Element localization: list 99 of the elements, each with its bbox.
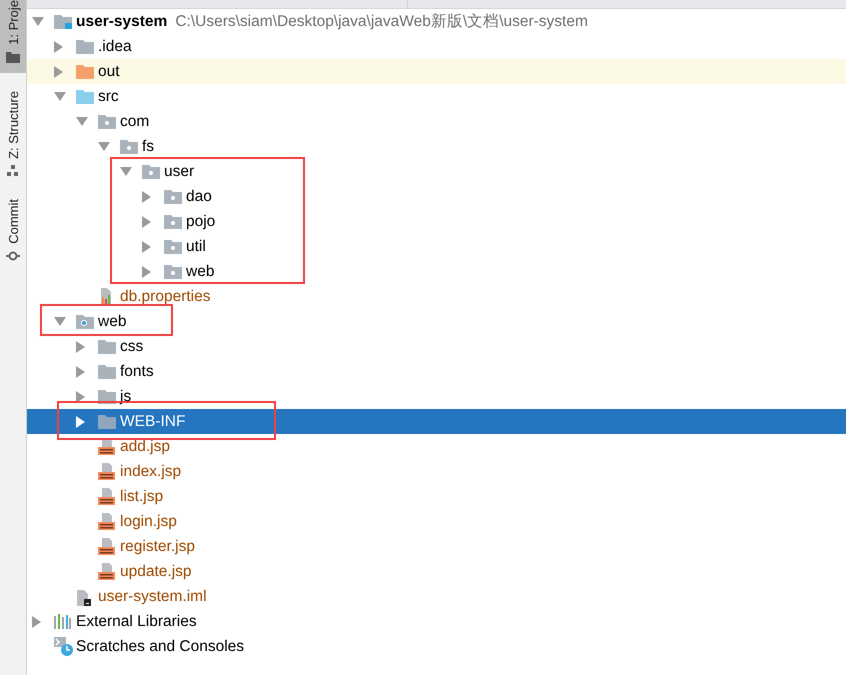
collapse-arrow-icon[interactable] (54, 92, 66, 102)
collapse-arrow-icon[interactable] (32, 16, 44, 26)
folder-icon (120, 139, 138, 154)
tree-row[interactable]: External Libraries (27, 609, 846, 634)
folder-icon (76, 39, 94, 54)
tree-row[interactable]: pojo (27, 209, 846, 234)
node-name: add.jsp (120, 438, 170, 456)
node-name: util (186, 238, 206, 256)
node-name: update.jsp (120, 562, 192, 580)
folder-icon (98, 414, 116, 429)
properties-file-icon (98, 288, 114, 305)
commit-icon (6, 250, 20, 262)
expand-arrow-icon[interactable] (142, 266, 152, 278)
folder-icon (164, 214, 182, 229)
node-name: out (98, 62, 120, 80)
tree-row[interactable]: out (27, 59, 846, 84)
tree-row[interactable]: index.jsp (27, 459, 846, 484)
tree-row[interactable]: WEB-INF (27, 409, 846, 434)
expand-arrow-icon[interactable] (142, 216, 152, 228)
module-file-icon (76, 588, 92, 606)
tree-row[interactable]: update.jsp (27, 559, 846, 584)
tree-row[interactable]: user-system.iml (27, 584, 846, 609)
node-name: user-system (76, 12, 168, 30)
folder-icon (142, 164, 160, 179)
node-name: com (120, 112, 150, 130)
node-name: WEB-INF (120, 412, 186, 430)
tree-row[interactable]: db.properties (27, 284, 846, 309)
jsp-file-icon (98, 512, 116, 530)
node-name: db.properties (120, 288, 210, 306)
collapse-arrow-icon[interactable] (54, 316, 66, 326)
node-name: list.jsp (120, 488, 164, 506)
node-name: web (186, 262, 214, 280)
jsp-file-icon (98, 438, 116, 456)
tool-window-tab[interactable]: Commit (0, 198, 26, 272)
structure-icon (7, 164, 19, 177)
folder-icon (164, 264, 182, 279)
node-name: .idea (98, 38, 132, 56)
expand-arrow-icon[interactable] (54, 40, 64, 52)
folder-icon (98, 364, 116, 379)
tree-row[interactable]: src (27, 84, 846, 109)
scratches-icon (54, 637, 73, 656)
folder-icon (164, 239, 182, 254)
tool-window-tab[interactable]: 1: Proje (0, 0, 26, 73)
node-name: index.jsp (120, 462, 182, 480)
node-name: dao (186, 188, 212, 206)
expand-arrow-icon[interactable] (76, 416, 86, 428)
tool-window-tab[interactable]: Z: Structure (0, 86, 26, 187)
folder-icon (76, 64, 94, 79)
folder-icon (98, 339, 116, 354)
node-name: pojo (186, 212, 216, 230)
node-name: login.jsp (120, 512, 177, 530)
jsp-file-icon (98, 462, 116, 480)
tree-row[interactable]: login.jsp (27, 509, 846, 534)
node-name: register.jsp (120, 538, 195, 556)
node-name: css (120, 338, 144, 356)
folder-icon (76, 89, 94, 104)
node-name: fs (142, 138, 154, 156)
tree-row[interactable]: add.jsp (27, 434, 846, 459)
expand-arrow-icon[interactable] (142, 240, 152, 252)
jsp-file-icon (98, 538, 116, 556)
jsp-file-icon (98, 488, 116, 506)
collapse-arrow-icon[interactable] (120, 166, 132, 176)
expand-arrow-icon[interactable] (32, 616, 42, 628)
tree-row[interactable]: user (27, 159, 846, 184)
tree-row[interactable]: Scratches and Consoles (27, 634, 846, 659)
tree-row[interactable]: .idea (27, 34, 846, 59)
collapse-arrow-icon[interactable] (76, 116, 88, 126)
jsp-file-icon (98, 562, 116, 580)
folder-icon (76, 314, 94, 329)
tree-row[interactable]: dao (27, 184, 846, 209)
collapse-arrow-icon[interactable] (98, 142, 110, 152)
folder-icon (6, 50, 20, 63)
tree-row[interactable]: register.jsp (27, 534, 846, 559)
project-path: C:\Users\siam\Desktop\java\javaWeb新版\文档\user-system (175, 12, 588, 32)
node-name: External Libraries (76, 612, 197, 630)
tree-row[interactable]: util (27, 234, 846, 259)
expand-arrow-icon[interactable] (76, 390, 86, 402)
tree-row[interactable]: user-system C:\Users\siam\Desktop\java\javaWeb新版\文档\user-system (27, 9, 846, 34)
node-name: fonts (120, 362, 154, 380)
tree-row[interactable]: web (27, 309, 846, 334)
node-name: user (164, 162, 194, 180)
folder-icon (54, 14, 72, 29)
tree-row[interactable]: fs (27, 134, 846, 159)
folder-icon (164, 189, 182, 204)
tree-row[interactable]: web (27, 259, 846, 284)
tree-row[interactable]: list.jsp (27, 484, 846, 509)
folder-icon (98, 114, 116, 129)
library-icon (54, 614, 71, 629)
expand-arrow-icon[interactable] (76, 366, 86, 378)
node-name: web (98, 312, 126, 330)
tree-row[interactable]: fonts (27, 359, 846, 384)
expand-arrow-icon[interactable] (76, 340, 86, 352)
expand-arrow-icon[interactable] (142, 190, 152, 202)
node-name: user-system.iml (98, 588, 207, 606)
node-name: Scratches and Consoles (76, 638, 244, 656)
tree-row[interactable]: com (27, 109, 846, 134)
expand-arrow-icon[interactable] (54, 66, 64, 78)
node-name: src (98, 88, 119, 106)
tree-row[interactable]: css (27, 334, 846, 359)
